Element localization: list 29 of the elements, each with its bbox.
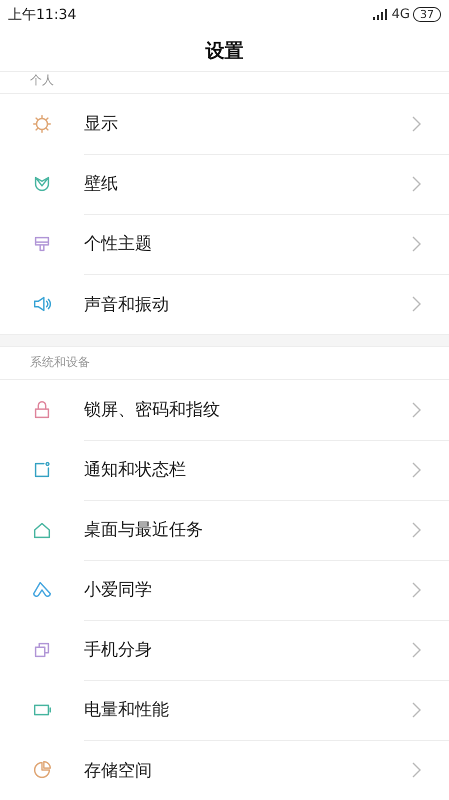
settings-item[interactable]: 声音和振动 [0,274,449,334]
chevron-right-icon [412,402,421,418]
chevron-right-icon [412,236,421,252]
settings-item[interactable]: 手机分身 [0,620,449,680]
network-type: 4G [392,7,410,22]
section-header: 系统和设备 [30,354,90,372]
status-time: 上午11:34 [8,6,76,24]
chevron-right-icon [412,176,421,192]
settings-item[interactable]: 电量和性能 [0,680,449,740]
chevron-right-icon [412,582,421,598]
settings-item[interactable]: 存储空间 [0,740,449,800]
chevron-right-icon [412,702,421,718]
chevron-right-icon [412,116,421,132]
chevron-right-icon [412,762,421,778]
settings-item[interactable]: 桌面与最近任务 [0,500,449,560]
battery-level: 37 [413,7,441,22]
chevron-right-icon [412,642,421,658]
chevron-right-icon [412,522,421,538]
settings-item[interactable]: 小爱同学 [0,560,449,620]
chevron-right-icon [412,462,421,478]
settings-item[interactable]: 显示 [0,94,449,154]
section-header: 个人 [30,72,54,90]
settings-item[interactable]: 壁纸 [0,154,449,214]
settings-item[interactable]: 个性主题 [0,214,449,274]
page-title: 设置 [206,38,244,64]
settings-item[interactable]: 通知和状态栏 [0,440,449,500]
chevron-right-icon [412,296,421,312]
signal-icon [372,9,389,20]
settings-item[interactable]: 锁屏、密码和指纹 [0,380,449,440]
